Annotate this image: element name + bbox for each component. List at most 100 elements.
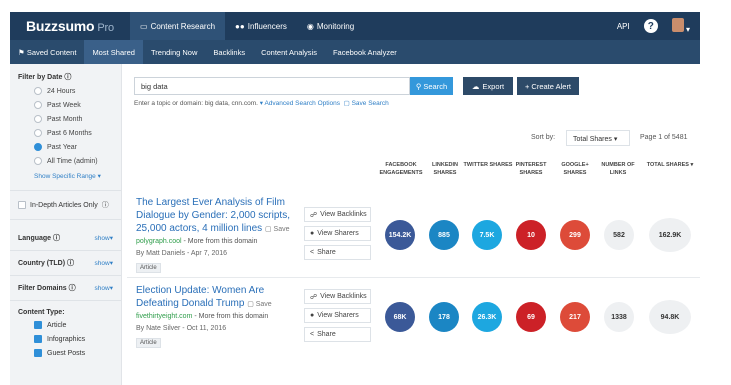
view-backlinks-button[interactable]: ☍ View Backlinks: [304, 207, 371, 222]
create-alert-button[interactable]: + Create Alert: [517, 77, 579, 95]
content-type-guest-posts[interactable]: Guest Posts: [10, 346, 121, 360]
save-link[interactable]: ▢ Save: [247, 301, 272, 308]
link-icon: ☍: [310, 211, 318, 219]
help-icon[interactable]: ?: [643, 19, 658, 33]
divider: [10, 219, 121, 220]
avatar: [671, 18, 684, 32]
linkedin-shares-bubble: 178: [429, 302, 459, 332]
tab-content-analysis[interactable]: Content Analysis: [253, 40, 325, 64]
tab-trending-now[interactable]: Trending Now: [143, 40, 205, 64]
nav-influencers[interactable]: ●● Influencers: [225, 12, 297, 40]
search-button[interactable]: ⚲ Search: [410, 77, 453, 95]
view-sharers-button[interactable]: ● View Sharers: [304, 226, 371, 241]
info-icon: ⓘ: [64, 74, 72, 81]
view-sharers-button[interactable]: ● View Sharers: [304, 308, 371, 323]
show-specific-range-link[interactable]: Show Specific Range ▾: [10, 168, 121, 184]
people-icon: ●●: [235, 21, 245, 31]
show-dropdown: show▾: [94, 260, 113, 267]
date-option-past-6-months[interactable]: Past 6 Months: [10, 126, 121, 140]
api-link[interactable]: API: [617, 22, 630, 31]
link-icon: ☍: [310, 293, 318, 301]
tab-saved-content[interactable]: ⚑ Saved Content: [10, 40, 84, 64]
content-type-infographics[interactable]: Infographics: [10, 332, 121, 346]
language-filter[interactable]: Language ⓘ show▾: [10, 226, 121, 251]
share-button[interactable]: < Share: [304, 327, 371, 342]
show-dropdown: show▾: [94, 235, 113, 242]
google-shares-bubble: 217: [560, 302, 590, 332]
date-option-past-year[interactable]: Past Year: [10, 140, 121, 154]
article-byline: By Nate Silver - Oct 11, 2016: [136, 325, 227, 332]
checkbox-checked-icon: [34, 349, 42, 357]
save-link[interactable]: ▢ Save: [265, 226, 290, 233]
article-type-tag: Article: [136, 263, 161, 273]
in-depth-articles-checkbox[interactable]: In-Depth Articles Only ⓘ: [10, 197, 121, 213]
share-icon: <: [310, 249, 315, 256]
radio-icon: [34, 87, 42, 95]
cloud-icon: ☁: [471, 81, 480, 91]
article-title[interactable]: Election Update: Women Are Defeating Don…: [136, 284, 301, 311]
info-icon: ⓘ: [67, 260, 74, 267]
domain-link[interactable]: polygraph.cool: [136, 238, 182, 245]
article-domain: fivethirtyeight.com - More from this dom…: [136, 313, 269, 320]
checkbox-icon: [18, 201, 26, 209]
user-menu[interactable]: ▾: [671, 18, 690, 34]
radio-icon: [34, 115, 42, 123]
column-header-total[interactable]: TOTAL SHARES ▾: [640, 161, 700, 169]
date-option-past-month[interactable]: Past Month: [10, 112, 121, 126]
view-backlinks-button[interactable]: ☍ View Backlinks: [304, 289, 371, 304]
search-input[interactable]: big data: [134, 77, 410, 95]
people-icon: ●: [310, 312, 315, 319]
pinterest-shares-bubble: 69: [516, 302, 546, 332]
share-icon: <: [310, 331, 315, 338]
bookmark-icon: ⚑: [18, 47, 27, 57]
sort-select[interactable]: Total Shares ▾: [566, 130, 630, 146]
tab-most-shared[interactable]: Most Shared: [84, 40, 143, 64]
save-search-link[interactable]: ▢ Save Search: [342, 100, 389, 107]
info-icon: ⓘ: [53, 235, 61, 242]
pinterest-shares-bubble: 10: [516, 220, 546, 250]
number-of-links-bubble: 1338: [604, 302, 634, 332]
nav-content-research[interactable]: ▭ Content Research: [130, 12, 226, 40]
tab-backlinks[interactable]: Backlinks: [205, 40, 253, 64]
date-option-24-hours[interactable]: 24 Hours: [10, 84, 121, 98]
info-icon: ⓘ: [68, 285, 76, 292]
radio-selected-icon: [34, 143, 42, 151]
export-button[interactable]: ☁ Export: [463, 77, 513, 95]
search-hint: Enter a topic or domain: big data, cnn.c…: [134, 100, 389, 107]
domain-filter[interactable]: Filter Domains ⓘ show▾: [10, 276, 121, 301]
tab-facebook-analyzer[interactable]: Facebook Analyzer: [325, 40, 405, 64]
column-header-links[interactable]: NUMBER OF LINKS: [593, 161, 643, 177]
country-filter[interactable]: Country (TLD) ⓘ show▾: [10, 251, 121, 276]
sort-by-label: Sort by:: [531, 134, 556, 141]
pro-label: Pro: [97, 22, 114, 34]
filter-sidebar: Filter by Date ⓘ 24 Hours Past Week Past…: [10, 64, 122, 385]
radio-icon: [34, 129, 42, 137]
monitor-icon: ▭: [140, 21, 148, 31]
column-header-pinterest[interactable]: PINTEREST SHARES: [506, 161, 556, 177]
article-type-tag: Article: [136, 338, 161, 348]
date-option-all-time[interactable]: All Time (admin): [10, 154, 121, 168]
checkbox-checked-icon: [34, 335, 42, 343]
content-type-article[interactable]: Article: [10, 318, 121, 332]
show-dropdown: show▾: [94, 285, 113, 292]
page-info: Page 1 of 5481: [640, 134, 688, 141]
date-option-past-week[interactable]: Past Week: [10, 98, 121, 112]
google-shares-bubble: 299: [560, 220, 590, 250]
article-title[interactable]: The Largest Ever Analysis of Film Dialog…: [136, 196, 301, 236]
checkbox-checked-icon: [34, 321, 42, 329]
result-row: Election Update: Women Are Defeating Don…: [127, 278, 700, 358]
advanced-search-link[interactable]: ▾ Advanced Search Options: [260, 100, 340, 107]
total-shares-bubble: 162.9K: [649, 218, 691, 252]
article-byline: By Matt Daniels - Apr 7, 2016: [136, 250, 228, 257]
domain-link[interactable]: fivethirtyeight.com: [136, 313, 192, 320]
article-domain: polygraph.cool - More from this domain: [136, 238, 258, 245]
info-icon: ⓘ: [101, 202, 109, 209]
column-header-facebook[interactable]: FACEBOOK ENGAGEMENTS: [376, 161, 426, 177]
share-button[interactable]: < Share: [304, 245, 371, 260]
facebook-engagements-bubble: 154.2K: [385, 220, 415, 250]
number-of-links-bubble: 582: [604, 220, 634, 250]
search-icon: ⚲: [415, 81, 422, 91]
buzzsumo-logo[interactable]: Buzzsumo Pro: [10, 18, 130, 34]
nav-monitoring[interactable]: ◉ Monitoring: [297, 12, 364, 40]
result-row: The Largest Ever Analysis of Film Dialog…: [127, 188, 700, 278]
